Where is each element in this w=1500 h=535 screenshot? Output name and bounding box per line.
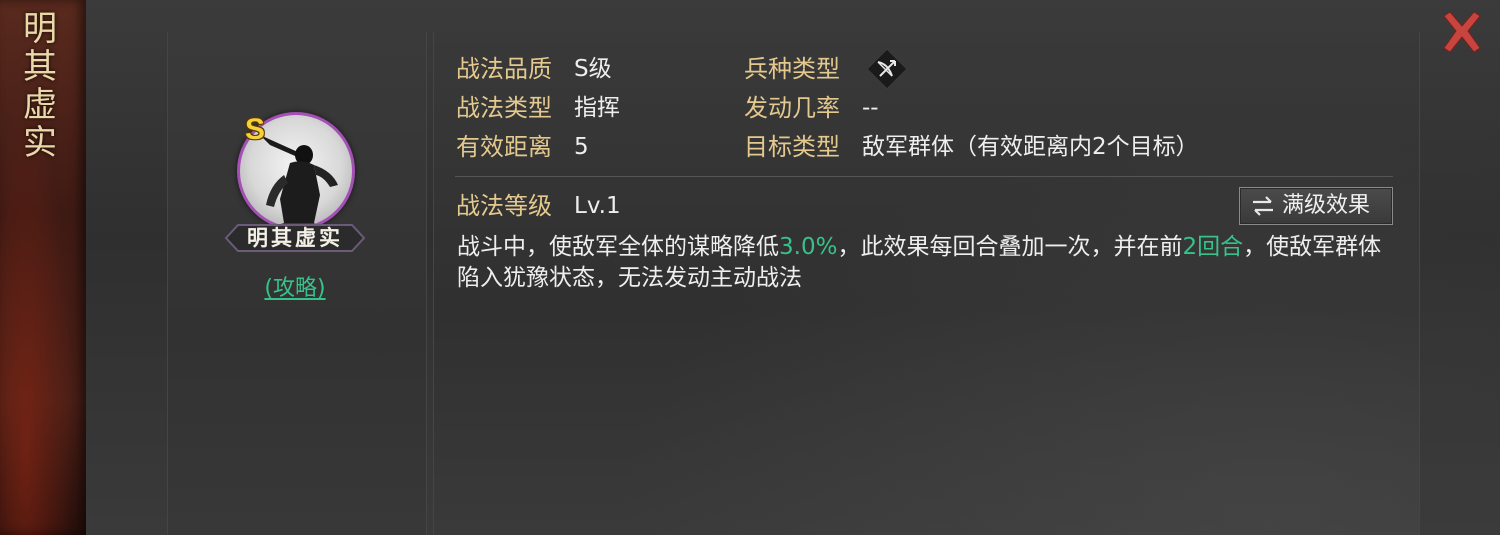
- banner-title: 明其虚实: [23, 9, 57, 163]
- skill-name: 明其虚实: [247, 225, 343, 250]
- desc-highlight-intel-reduction: 3.0%: [779, 234, 838, 260]
- skill-type-value: 指挥: [574, 95, 620, 121]
- range-label: 有效距离: [456, 133, 552, 161]
- swap-arrows-icon: [1253, 196, 1273, 216]
- info-divider: [455, 176, 1393, 177]
- desc-part-2: ，此效果每回合叠加一次，并在前: [837, 234, 1183, 260]
- skill-name-plate: 明其虚实: [224, 221, 366, 255]
- target-type-value: 敌军群体（有效距离内2个目标）: [862, 134, 1199, 160]
- bow-icon: [864, 46, 910, 92]
- trigger-rate-label: 发动几率: [744, 94, 840, 122]
- skill-title-banner: 明其虚实: [0, 0, 86, 535]
- quality-value: S级: [574, 56, 612, 82]
- skill-description: 战斗中，使敌军全体的谋略降低3.0%，此效果每回合叠加一次，并在前2回合，使敌军…: [457, 232, 1397, 294]
- max-level-effect-button[interactable]: 满级效果: [1239, 187, 1393, 225]
- close-button[interactable]: [1440, 10, 1484, 54]
- skill-detail-screen: 明其虚实 S 明其虚实 (攻略) 战法品质 S级 兵种类型 战法类型 指挥 发动…: [0, 0, 1500, 535]
- troop-type-label: 兵种类型: [744, 55, 840, 83]
- desc-highlight-rounds: 2回合: [1182, 234, 1244, 260]
- target-type-label: 目标类型: [744, 133, 840, 161]
- skill-type-label: 战法类型: [456, 94, 552, 122]
- skill-level-label: 战法等级: [456, 192, 552, 220]
- close-icon: [1443, 11, 1481, 53]
- desc-part-1: 战斗中，使敌军全体的谋略降低: [457, 234, 779, 260]
- range-value: 5: [574, 134, 589, 160]
- skill-level-value: Lv.1: [574, 193, 621, 219]
- max-level-effect-label: 满级效果: [1282, 193, 1371, 218]
- trigger-rate-value: --: [862, 95, 879, 121]
- skill-grade-badge: S: [245, 113, 266, 146]
- guide-link[interactable]: (攻略): [224, 270, 366, 302]
- quality-label: 战法品质: [456, 55, 552, 83]
